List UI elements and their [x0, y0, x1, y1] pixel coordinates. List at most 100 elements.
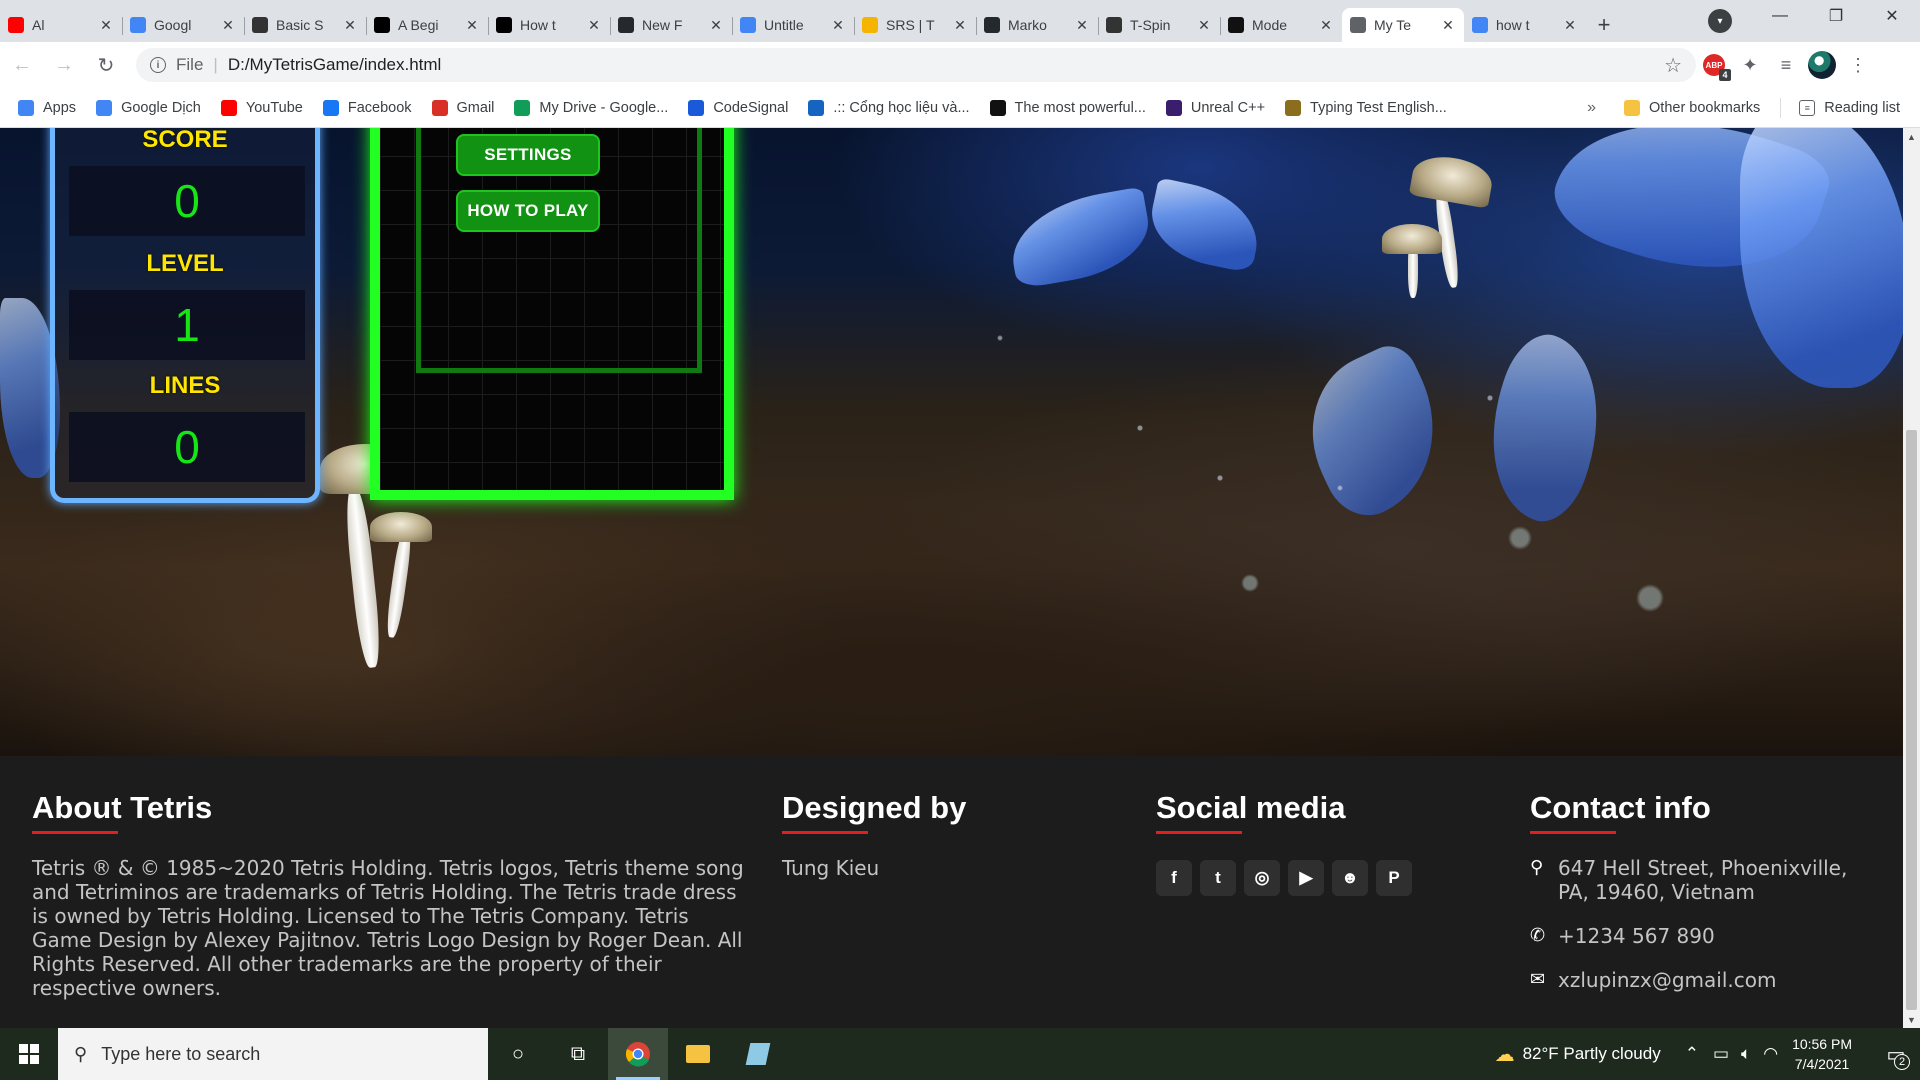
bookmark-item[interactable]: Unreal C++ — [1165, 99, 1265, 116]
bookmark-item[interactable]: Typing Test English... — [1285, 99, 1447, 116]
game-board[interactable]: SETTINGS HOW TO PLAY — [370, 128, 734, 500]
facebook-icon[interactable]: f — [1156, 860, 1192, 896]
bookmark-item[interactable]: .:: Cổng học liệu và... — [808, 99, 970, 116]
notification-center-button[interactable]: ▭ 2 — [1872, 1028, 1920, 1080]
bookmarks-overflow-chevron[interactable]: » — [1587, 99, 1596, 117]
tab-close-icon[interactable]: ✕ — [1196, 17, 1212, 34]
scroll-up-arrow-icon[interactable]: ▲ — [1903, 128, 1920, 145]
adblock-extension[interactable]: ABP 4 — [1696, 47, 1732, 83]
bookmark-item[interactable]: The most powerful... — [989, 99, 1146, 116]
browser-tab[interactable]: Mode ✕ — [1220, 8, 1342, 42]
pinterest-icon[interactable]: P — [1376, 860, 1412, 896]
facebook-icon — [322, 99, 339, 116]
extensions-puzzle-icon[interactable]: ✦ — [1732, 47, 1768, 83]
notepad-app-icon[interactable] — [728, 1028, 788, 1080]
browser-tab[interactable]: Al ✕ — [0, 8, 122, 42]
new-tab-button[interactable]: + — [1586, 8, 1622, 42]
weather-text[interactable]: 82°F Partly cloudy — [1523, 1044, 1661, 1064]
chrome-menu-icon[interactable]: ⋮ — [1840, 47, 1876, 83]
browser-tab[interactable]: Marko ✕ — [976, 8, 1098, 42]
tab-close-icon[interactable]: ✕ — [1440, 17, 1456, 34]
tab-close-icon[interactable]: ✕ — [830, 17, 846, 34]
media-control-icon[interactable]: ≡ — [1768, 47, 1804, 83]
forward-button[interactable]: → — [44, 47, 84, 83]
browser-tab[interactable]: how t ✕ — [1464, 8, 1586, 42]
browser-tab[interactable]: T-Spin ✕ — [1098, 8, 1220, 42]
google-translate-icon — [130, 17, 146, 33]
profile-avatar-button[interactable] — [1804, 47, 1840, 83]
bookmark-item[interactable]: Gmail — [431, 99, 494, 116]
email-text[interactable]: xzlupinzx@gmail.com — [1558, 968, 1776, 992]
browser-tab[interactable]: Basic S ✕ — [244, 8, 366, 42]
chrome-taskbar-icon[interactable] — [608, 1028, 668, 1080]
bookmark-star-icon[interactable]: ☆ — [1664, 53, 1682, 78]
tab-close-icon[interactable]: ✕ — [952, 17, 968, 34]
github-icon — [984, 17, 1000, 33]
tray-chevron-icon[interactable]: ⌃ — [1685, 1044, 1699, 1064]
file-explorer-icon[interactable] — [668, 1028, 728, 1080]
vertical-scrollbar[interactable]: ▲ ▼ — [1903, 128, 1920, 1028]
bookmark-item[interactable]: My Drive - Google... — [514, 99, 668, 116]
browser-tab[interactable]: How t ✕ — [488, 8, 610, 42]
back-button[interactable]: ← — [2, 47, 42, 83]
page-viewport: SCORE 0 LEVEL 1 LINES 0 SETTINGS HOW TO … — [0, 128, 1903, 1028]
youtube-icon[interactable]: ▶ — [1288, 860, 1324, 896]
instagram-icon[interactable]: ◎ — [1244, 860, 1280, 896]
browser-tab[interactable]: Untitle ✕ — [732, 8, 854, 42]
tab-close-icon[interactable]: ✕ — [1318, 17, 1334, 34]
bookmark-item[interactable]: Apps — [18, 99, 76, 116]
scheme-label: File — [176, 55, 204, 74]
tab-close-icon[interactable]: ✕ — [1074, 17, 1090, 34]
tab-title: SRS | T — [886, 17, 935, 33]
battery-icon[interactable]: ▭ — [1713, 1044, 1729, 1064]
start-button[interactable] — [0, 1028, 58, 1080]
other-bookmarks[interactable]: Other bookmarks — [1624, 100, 1760, 116]
address-bar[interactable]: i File | D:/MyTetrisGame/index.html ☆ — [136, 48, 1696, 82]
footer-social: Social media f t ◎ ▶ ☻ P — [1156, 790, 1476, 896]
settings-button[interactable]: SETTINGS — [456, 134, 600, 176]
bookmark-item[interactable]: CodeSignal — [688, 99, 789, 116]
taskbar-search-box[interactable]: ⚲ Type here to search — [58, 1028, 488, 1080]
minimize-button[interactable]: — — [1752, 0, 1808, 32]
info-icon[interactable]: i — [150, 57, 166, 73]
tab-close-icon[interactable]: ✕ — [464, 17, 480, 34]
bookmark-item[interactable]: Google Dịch — [96, 99, 201, 116]
reload-button[interactable]: ↻ — [86, 47, 126, 83]
tab-close-icon[interactable]: ✕ — [708, 17, 724, 34]
scrollbar-thumb[interactable] — [1906, 430, 1917, 1010]
tab-close-icon[interactable]: ✕ — [98, 17, 114, 34]
tab-close-icon[interactable]: ✕ — [586, 17, 602, 34]
browser-tab[interactable]: SRS | T ✕ — [854, 8, 976, 42]
scroll-down-arrow-icon[interactable]: ▼ — [1903, 1011, 1920, 1028]
tab-close-icon[interactable]: ✕ — [220, 17, 236, 34]
task-view-icon[interactable]: ⧉ — [548, 1028, 608, 1080]
bookmark-item[interactable]: Facebook — [322, 99, 412, 116]
score-label: SCORE — [142, 128, 228, 153]
cortana-icon[interactable]: ○ — [488, 1028, 548, 1080]
tab-search-button[interactable]: ▾ — [1708, 9, 1732, 33]
bookmark-label: CodeSignal — [713, 99, 789, 116]
taskbar-clock[interactable]: 10:56 PM 7/4/2021 — [1792, 1034, 1852, 1074]
url-text[interactable]: D:/MyTetrisGame/index.html — [228, 55, 442, 75]
browser-tab[interactable]: New F ✕ — [610, 8, 732, 42]
bookmark-item[interactable]: YouTube — [220, 99, 303, 116]
mushroom-stem — [1408, 238, 1418, 298]
browser-tab[interactable]: Googl ✕ — [122, 8, 244, 42]
twitter-icon[interactable]: t — [1200, 860, 1236, 896]
snapchat-icon[interactable]: ☻ — [1332, 860, 1368, 896]
address-text: 647 Hell Street, Phoenixville, PA, 19460… — [1558, 856, 1848, 904]
tab-close-icon[interactable]: ✕ — [342, 17, 358, 34]
footer-contact: Contact info ⚲ 647 Hell Street, Phoenixv… — [1530, 790, 1880, 992]
reading-list[interactable]: ≡ Reading list — [1799, 100, 1900, 116]
butterfly-wing — [0, 298, 60, 478]
volume-icon[interactable]: 🔈︎ — [1741, 1044, 1751, 1064]
site-footer: About Tetris Tetris ® & © 1985~2020 Tetr… — [0, 756, 1903, 1028]
tab-close-icon[interactable]: ✕ — [1562, 17, 1578, 34]
close-window-button[interactable]: ✕ — [1864, 0, 1920, 32]
board-inner-frame — [416, 128, 702, 373]
browser-tab[interactable]: My Te ✕ — [1342, 8, 1464, 42]
maximize-button[interactable]: ❐ — [1808, 0, 1864, 32]
browser-tab[interactable]: A Begi ✕ — [366, 8, 488, 42]
wifi-icon[interactable]: ◠ — [1763, 1044, 1778, 1064]
how-to-play-button[interactable]: HOW TO PLAY — [456, 190, 600, 232]
